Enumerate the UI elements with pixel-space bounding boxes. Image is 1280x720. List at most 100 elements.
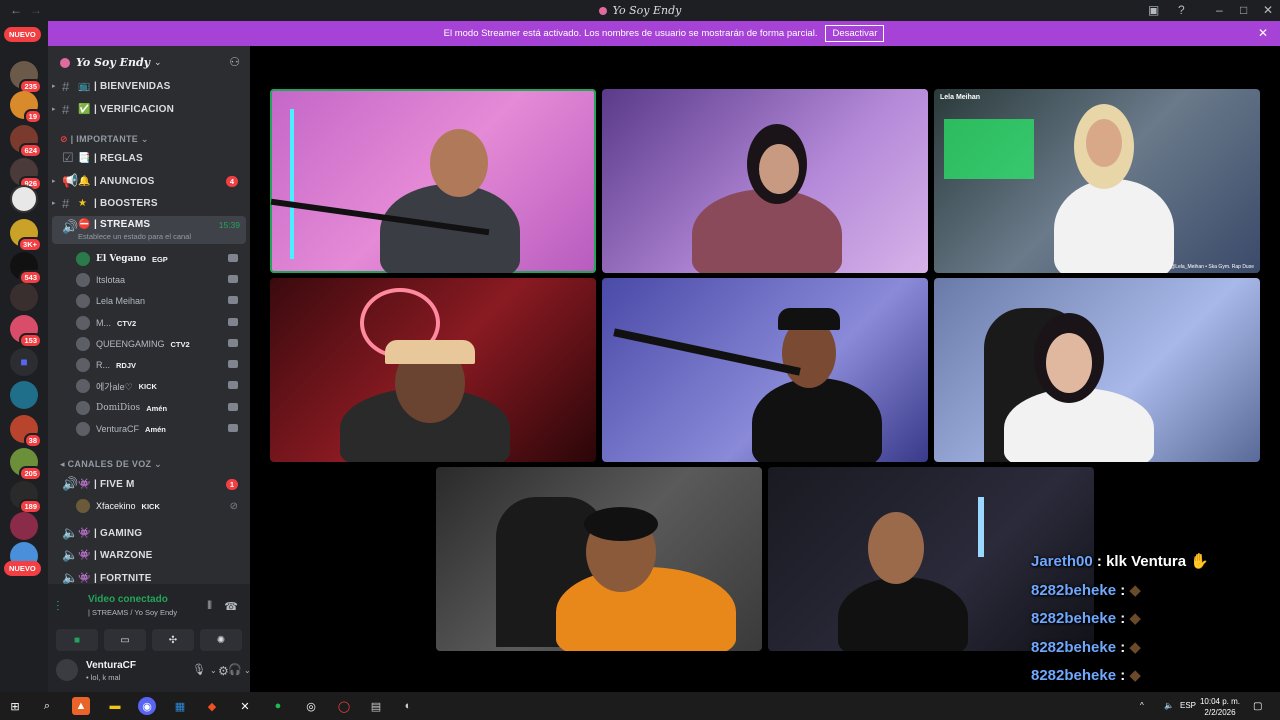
channel-reglas[interactable]: ☑ 📑 | REGLAS <box>52 148 246 168</box>
channel-verificacion[interactable]: ▸ # ✅ | VERIFICACION <box>52 99 246 119</box>
channel-warzone[interactable]: 🔈 👾 | WARZONE <box>52 545 246 565</box>
face <box>430 129 488 197</box>
server-icon[interactable]: 235 <box>10 61 42 94</box>
opera-icon[interactable]: ◯ <box>335 697 353 715</box>
close-banner-icon[interactable]: ✕ <box>1258 26 1268 40</box>
video-tile[interactable]: Lela Meihan @Lela_Meihan • Ska Gym. Rap … <box>934 89 1260 273</box>
obs-icon[interactable]: ◎ <box>302 697 320 715</box>
close-icon[interactable]: ✕ <box>1263 3 1273 17</box>
channel-status[interactable]: Establece un estado para el canal <box>78 232 191 241</box>
chevron-down-icon[interactable]: ⌄ <box>210 666 217 675</box>
server-icon[interactable]: 624 <box>10 125 42 158</box>
calculator-icon[interactable]: ▦ <box>171 697 189 715</box>
search-icon[interactable]: ⌕ <box>38 697 56 715</box>
category-importante[interactable]: ⊘ | IMPORTANTE ⌄ <box>60 134 149 145</box>
video-tile[interactable] <box>602 278 928 462</box>
username: VenturaCF <box>86 660 137 671</box>
server-icon[interactable]: 38 <box>10 415 42 448</box>
server-icon[interactable] <box>10 185 38 213</box>
voice-location[interactable]: | STREAMS / Yo Soy Endy <box>88 608 177 617</box>
inbox-icon[interactable]: ▣ <box>1148 3 1159 17</box>
voice-user[interactable]: DomiDios Amén <box>76 398 242 418</box>
tray-chevron-icon[interactable]: ^ <box>1140 701 1144 710</box>
noise-suppression-icon[interactable]: ⦀ <box>207 600 212 613</box>
video-tile[interactable] <box>270 89 596 273</box>
server-icon[interactable]: 19 <box>10 91 42 124</box>
clock[interactable]: 10:04 p. m. 2/2/2026 <box>1200 696 1240 718</box>
app-icon[interactable]: ▲ <box>72 697 90 715</box>
server-icon[interactable]: 3K+ <box>10 219 42 252</box>
discord-icon[interactable]: ◉ <box>138 697 156 715</box>
spotify-icon[interactable]: ● <box>269 697 287 715</box>
video-tile[interactable] <box>270 278 596 462</box>
channel-boosters[interactable]: ▸ # ★ | BOOSTERS <box>52 193 246 213</box>
led-light <box>290 109 294 259</box>
activities-button[interactable]: ✣ <box>152 629 194 651</box>
app-icon[interactable]: ◐ <box>399 697 417 715</box>
brave-icon[interactable]: ◆ <box>203 697 221 715</box>
voice-user[interactable]: M... CTV2 <box>76 313 242 333</box>
channel-anuncios[interactable]: ▸ 📢 🔔 | ANUNCIOS 4 <box>52 171 246 191</box>
alien-icon: 👾 <box>78 478 91 490</box>
video-tile[interactable] <box>602 89 928 273</box>
video-tile[interactable] <box>436 467 762 651</box>
monitor-glow <box>944 119 1034 179</box>
server-icon[interactable] <box>10 512 38 540</box>
person <box>1054 179 1174 273</box>
app-icon[interactable]: ▤ <box>367 697 385 715</box>
mention-badge: 4 <box>225 175 238 187</box>
microphone-icon[interactable]: 🎙 <box>192 663 206 676</box>
channel-bienvenidas[interactable]: ▸ # 📺 | BIENVENIDAS <box>52 76 246 96</box>
channel-fivem[interactable]: 🔊 👾 | FIVE M1 <box>52 474 246 494</box>
capcut-icon[interactable]: ✕ <box>236 697 254 715</box>
camera-button[interactable]: ■ <box>56 629 98 651</box>
soundboard-button[interactable]: ✺ <box>200 629 242 651</box>
server-icon[interactable] <box>10 283 38 311</box>
voice-user[interactable]: Itslotaa <box>76 270 242 290</box>
windows-start-icon[interactable]: ⊞ <box>6 697 24 715</box>
voice-user[interactable]: QUEENGAMING CTV2 <box>76 334 242 354</box>
server-icon[interactable] <box>10 381 38 409</box>
speaker-icon: 🔊 <box>62 219 79 234</box>
camera-icon <box>228 275 238 283</box>
title-bar: ← → Yo Soy Endy ▣ ? – □ ✕ <box>0 0 1280 21</box>
server-icon[interactable]: 189 <box>10 481 42 514</box>
voice-user[interactable]: Lela Meihan <box>76 291 242 311</box>
video-tile[interactable] <box>934 278 1260 462</box>
emote-icon: ◆ <box>1129 582 1141 599</box>
guild-header[interactable]: Yo Soy Endy ⌄ ⚇ <box>48 46 250 79</box>
folder-icon[interactable]: ■ <box>10 348 38 376</box>
chevron-right-icon: ▸ <box>52 178 56 185</box>
notifications-icon[interactable]: ▢ <box>1253 701 1262 712</box>
voice-user[interactable]: VenturaCF Amén <box>76 419 242 439</box>
maximize-icon[interactable]: □ <box>1240 3 1247 17</box>
file-explorer-icon[interactable]: ▬ <box>106 697 124 715</box>
invite-icon[interactable]: ⚇ <box>229 55 240 69</box>
voice-user[interactable]: Xfacekino KICK ⊘ <box>76 496 242 516</box>
server-icon[interactable]: 926 <box>10 158 42 191</box>
voice-user[interactable]: El Vegano EGP <box>76 249 242 269</box>
channel-sidebar: Yo Soy Endy ⌄ ⚇ ▸ # 📺 | BIENVENIDAS ▸ # ✅ | VE… <box>48 46 250 692</box>
disconnect-icon[interactable]: ☎ <box>224 600 238 613</box>
minimize-icon[interactable]: – <box>1216 3 1223 17</box>
voice-user[interactable]: 에가ale♡ KICK <box>76 376 242 396</box>
channel-streams[interactable]: 🔊 ⛔ | STREAMS 15:39 Establece un estado pa… <box>52 216 246 244</box>
server-icon[interactable]: 543 <box>10 252 42 285</box>
volume-icon[interactable]: 🔈 <box>1164 701 1174 710</box>
category-voz[interactable]: ◂ CANALES DE VOZ ⌄ <box>60 459 162 470</box>
channel-gaming[interactable]: 🔈 👾 | GAMING <box>52 523 246 543</box>
voice-controls: ■ ▭ ✣ ✺ <box>56 629 242 651</box>
guild-dot-icon <box>598 7 607 15</box>
language-indicator[interactable]: ESP <box>1180 701 1196 710</box>
settings-gear-icon[interactable]: ⚙ <box>218 664 229 678</box>
signal-icon[interactable]: ⫶ <box>56 598 60 615</box>
server-icon[interactable]: 153 <box>10 315 42 348</box>
headphones-icon[interactable]: 🎧 <box>228 663 242 676</box>
server-icon[interactable]: 205 <box>10 448 42 481</box>
deactivate-button[interactable]: Desactivar <box>825 25 885 42</box>
camera-icon <box>228 403 238 411</box>
help-icon[interactable]: ? <box>1178 3 1185 17</box>
voice-user[interactable]: R... RDJV <box>76 355 242 375</box>
screen-share-button[interactable]: ▭ <box>104 629 146 651</box>
avatar[interactable] <box>56 659 78 681</box>
